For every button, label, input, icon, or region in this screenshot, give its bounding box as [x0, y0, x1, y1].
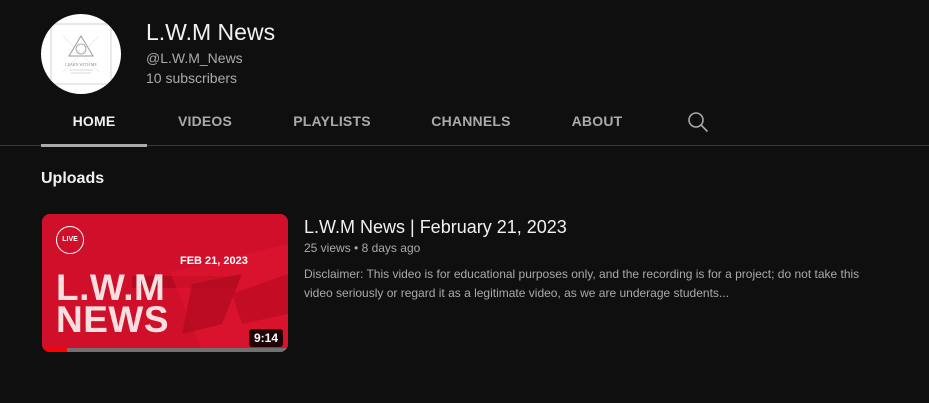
- channel-logo-icon: LEARN WITH ME: [50, 23, 112, 85]
- channel-tabs: HOME VIDEOS PLAYLISTS CHANNELS ABOUT: [0, 98, 929, 147]
- video-thumbnail[interactable]: LIVE FEB 21, 2023 L.W.M NEWS 9:14: [42, 214, 288, 352]
- subscriber-count: 10 subscribers: [146, 70, 238, 86]
- search-button[interactable]: [685, 109, 711, 135]
- watch-progress-fill: [42, 348, 67, 352]
- tab-playlists[interactable]: PLAYLISTS: [263, 98, 401, 145]
- video-title[interactable]: L.W.M News | February 21, 2023: [304, 217, 567, 238]
- upload-age: 8 days ago: [361, 241, 421, 255]
- video-description: Disclaimer: This video is for educationa…: [304, 267, 860, 300]
- channel-handle: @L.W.M_News: [146, 50, 243, 66]
- tab-about[interactable]: ABOUT: [541, 98, 653, 145]
- view-count: 25 views: [304, 241, 351, 255]
- avatar-logo-text: LEARN WITH ME: [65, 62, 97, 67]
- channel-avatar[interactable]: LEARN WITH ME: [41, 14, 121, 94]
- video-duration: 9:14: [248, 329, 283, 347]
- live-badge: LIVE: [56, 226, 84, 254]
- uploads-heading[interactable]: Uploads: [41, 170, 104, 188]
- channel-name: L.W.M News: [146, 19, 276, 45]
- search-icon: [688, 112, 708, 132]
- meta-separator: •: [354, 241, 359, 255]
- tab-videos[interactable]: VIDEOS: [147, 98, 263, 145]
- thumbnail-date: FEB 21, 2023: [180, 255, 248, 267]
- watch-progress-track: [42, 348, 288, 352]
- tab-home[interactable]: HOME: [41, 98, 147, 147]
- tab-channels[interactable]: CHANNELS: [401, 98, 541, 145]
- thumbnail-title: L.W.M NEWS: [56, 267, 169, 340]
- video-meta: 25 views • 8 days ago: [304, 241, 420, 255]
